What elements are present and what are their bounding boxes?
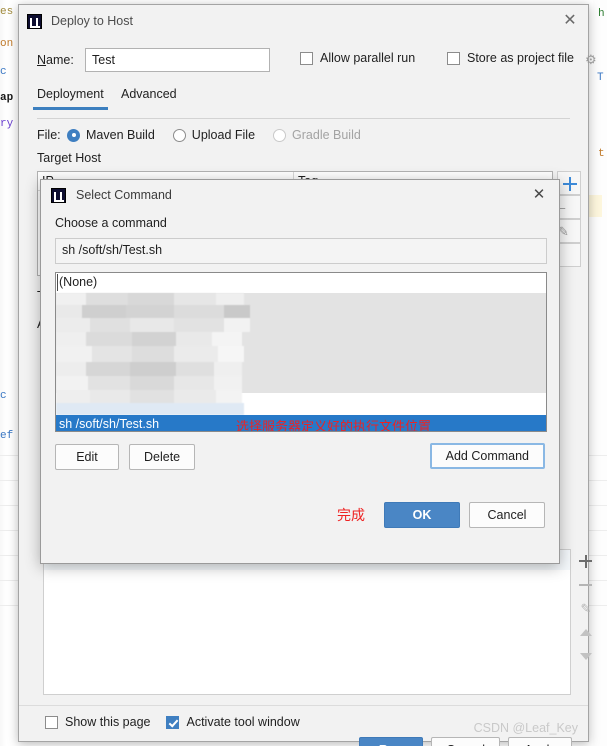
radio-gradle-build: Gradle Build xyxy=(273,128,361,142)
list-edit-actions: Edit Delete xyxy=(55,444,196,470)
pencil-icon[interactable]: ✎ xyxy=(575,597,597,621)
add-command-wrapper: Add Command xyxy=(429,443,545,469)
intellij-idea-icon xyxy=(27,13,42,29)
edit-button[interactable]: Edit xyxy=(55,444,119,470)
close-icon[interactable]: ✕ xyxy=(529,185,549,205)
choose-command-label: Choose a command xyxy=(55,216,167,230)
gear-icon[interactable]: ⚙ xyxy=(585,53,598,66)
code-fragment: T xyxy=(597,72,604,84)
allow-parallel-run-label: Allow parallel run xyxy=(320,51,416,65)
add-host-button[interactable] xyxy=(557,171,581,195)
code-fragment: h xyxy=(598,8,605,20)
select-command-actions: 完成 OK Cancel xyxy=(337,502,545,528)
cancel-button[interactable]: Cancel xyxy=(469,502,545,528)
censored-region xyxy=(56,293,250,415)
arrow-up-icon[interactable] xyxy=(575,621,597,645)
activate-tool-window-label: Activate tool window xyxy=(186,715,300,729)
list-item-label: sh /soft/sh/Test.sh xyxy=(59,417,160,431)
show-this-page-label: Show this page xyxy=(65,715,151,729)
checkbox-box xyxy=(45,715,58,729)
intellij-idea-icon xyxy=(51,187,66,203)
command-field[interactable]: sh /soft/sh/Test.sh xyxy=(55,238,547,264)
more-host-button[interactable] xyxy=(557,243,581,267)
tab-bar: Deployment Advanced xyxy=(33,87,570,113)
code-fragment: c xyxy=(0,390,7,402)
arrow-down-icon[interactable] xyxy=(575,645,597,669)
dialog-title: Deploy to Host xyxy=(51,14,133,28)
checkbox-box xyxy=(166,715,180,729)
code-fragment: on xyxy=(0,38,14,50)
delete-button[interactable]: Delete xyxy=(129,444,196,470)
code-fragment: t xyxy=(598,148,605,160)
done-annotation: 完成 xyxy=(337,508,365,524)
radio-dot xyxy=(67,128,80,142)
after-commands-panel[interactable]: m xyxy=(43,549,571,695)
checkbox-box xyxy=(300,51,313,65)
target-host-label: Target Host xyxy=(37,151,101,165)
plus-icon[interactable] xyxy=(575,549,597,573)
select-command-dialog: Select Command ✕ Choose a command sh /so… xyxy=(40,179,560,564)
target-host-toolbar: – ✎ xyxy=(557,171,581,276)
minus-icon[interactable] xyxy=(575,573,597,597)
select-command-titlebar: Select Command ✕ xyxy=(41,180,559,210)
main-dialog-actions: Run Cancel Apply xyxy=(359,737,572,746)
store-as-project-file-checkbox[interactable]: Store as project file xyxy=(447,51,574,65)
radio-dot xyxy=(172,128,186,142)
checkbox-box xyxy=(447,51,460,65)
file-type-row: File: Maven Build Upload File Gradle Bui… xyxy=(37,125,379,145)
remove-host-button[interactable]: – xyxy=(557,195,581,219)
watermark: CSDN @Leaf_Key xyxy=(473,721,578,735)
tab-advanced[interactable]: Advanced xyxy=(121,87,177,106)
bottom-divider xyxy=(19,705,588,706)
select-command-title: Select Command xyxy=(76,188,172,202)
tab-divider xyxy=(37,118,570,119)
code-fragment: es xyxy=(0,6,14,18)
close-icon[interactable]: ✕ xyxy=(560,11,580,31)
radio-upload-file-label: Upload File xyxy=(191,128,256,142)
command-list[interactable]: (None) sh /soft/sh/Test.sh 选择服务器定义好的执行文件… xyxy=(55,272,547,432)
show-this-page-checkbox[interactable]: Show this page xyxy=(45,715,150,729)
edit-host-button[interactable]: ✎ xyxy=(557,219,581,243)
ok-button[interactable]: OK xyxy=(384,502,460,528)
dialog-titlebar: Deploy to Host ✕ xyxy=(19,5,588,37)
radio-upload-file[interactable]: Upload File xyxy=(172,128,256,142)
radio-gradle-build-label: Gradle Build xyxy=(292,128,361,142)
apply-button[interactable]: Apply xyxy=(508,737,572,746)
bottom-options: Show this page Activate tool window xyxy=(45,715,300,729)
screen-root: es on c ap ry ef c h T t Deploy to Host … xyxy=(0,0,607,746)
run-button[interactable]: Run xyxy=(359,737,424,746)
code-fragment: ry xyxy=(0,118,14,130)
after-panel-toolbar: ✎ xyxy=(575,549,597,695)
annotation-text: 选择服务器定义好的执行文件位置 xyxy=(236,420,432,432)
name-input[interactable]: Test xyxy=(85,48,270,72)
tab-deployment[interactable]: Deployment xyxy=(33,87,108,110)
allow-parallel-run-checkbox[interactable]: Allow parallel run xyxy=(300,51,415,65)
name-label: Name: xyxy=(37,53,74,67)
radio-maven-build[interactable]: Maven Build xyxy=(67,128,155,142)
cancel-button[interactable]: Cancel xyxy=(431,737,500,746)
radio-maven-build-label: Maven Build xyxy=(86,128,155,142)
code-fragment: c xyxy=(0,66,7,78)
code-fragment: ef xyxy=(0,430,14,442)
activate-tool-window-checkbox[interactable]: Activate tool window xyxy=(166,715,300,729)
list-item-selected[interactable]: sh /soft/sh/Test.sh 选择服务器定义好的执行文件位置 xyxy=(56,415,546,432)
file-label: File: xyxy=(37,128,61,142)
radio-dot xyxy=(273,128,287,142)
add-command-button[interactable]: Add Command xyxy=(429,443,545,469)
list-item[interactable]: (None) xyxy=(56,273,546,293)
editor-gutter xyxy=(0,0,6,746)
store-as-project-file-label: Store as project file xyxy=(467,51,574,65)
code-fragment: ap xyxy=(0,92,14,104)
